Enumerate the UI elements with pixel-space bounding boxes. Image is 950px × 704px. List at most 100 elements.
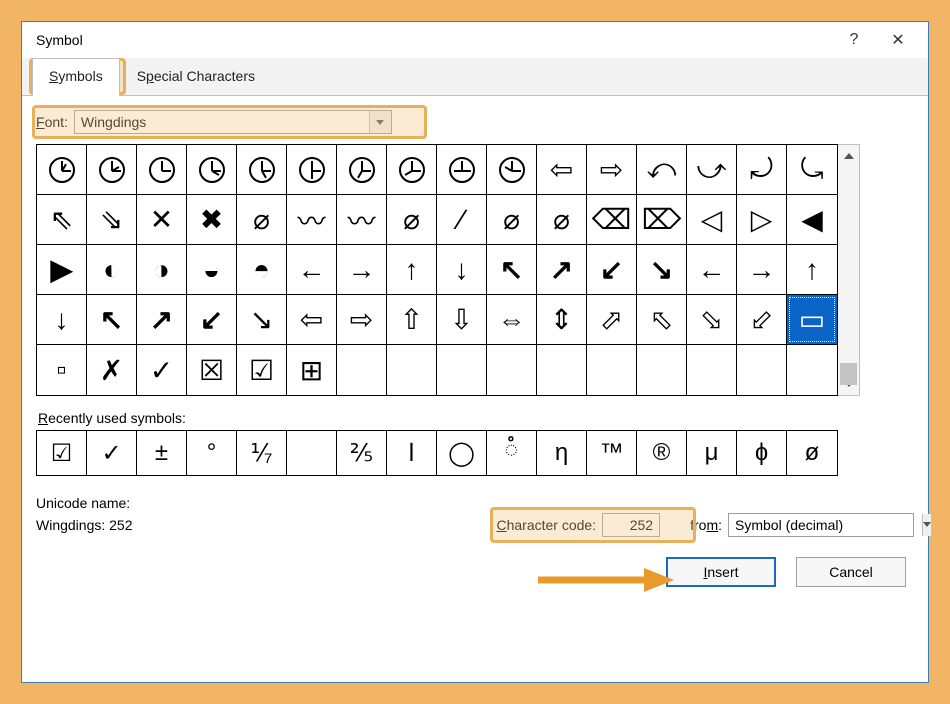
symbol-cell[interactable]: ⇨	[587, 145, 637, 195]
symbol-cell[interactable]: ⤻	[687, 145, 737, 195]
symbol-cell[interactable]: ☒	[187, 345, 237, 395]
symbol-cell[interactable]: ◑	[137, 245, 187, 295]
symbol-cell[interactable]: ▷	[737, 195, 787, 245]
symbol-cell[interactable]	[387, 345, 437, 395]
symbol-cell[interactable]	[687, 345, 737, 395]
symbol-cell[interactable]	[637, 345, 687, 395]
font-dropdown-button[interactable]	[369, 111, 391, 133]
scroll-track[interactable]	[838, 167, 859, 373]
symbol-cell[interactable]: ✖	[187, 195, 237, 245]
symbol-cell[interactable]: ↓	[37, 295, 87, 345]
symbol-cell[interactable]	[737, 345, 787, 395]
symbol-cell[interactable]: ⇖	[37, 195, 87, 245]
symbol-cell[interactable]: ↑	[787, 245, 837, 295]
symbol-cell[interactable]: ⤿	[787, 145, 837, 195]
symbol-cell[interactable]: ✗	[87, 345, 137, 395]
symbol-cell[interactable]: ▭	[787, 295, 837, 345]
symbol-cell[interactable]: ⬀	[587, 295, 637, 345]
symbol-cell[interactable]: ↖	[87, 295, 137, 345]
symbol-cell[interactable]	[287, 145, 337, 195]
symbol-cell[interactable]: ◐	[87, 245, 137, 295]
symbol-cell[interactable]: ↑	[387, 245, 437, 295]
symbol-cell[interactable]: ◀	[787, 195, 837, 245]
symbol-cell[interactable]: ◒	[187, 245, 237, 295]
symbol-cell[interactable]: ⌀	[237, 195, 287, 245]
recent-symbol-cell[interactable]: ⅖	[337, 431, 387, 475]
symbol-cell[interactable]: ⌀	[537, 195, 587, 245]
symbol-cell[interactable]: ⇕	[537, 295, 587, 345]
symbol-cell[interactable]: ↗	[137, 295, 187, 345]
tab-special-characters[interactable]: Special Characters	[120, 58, 272, 96]
symbol-cell[interactable]: →	[737, 245, 787, 295]
symbol-cell[interactable]	[37, 145, 87, 195]
symbol-cell[interactable]: ←	[287, 245, 337, 295]
symbol-cell[interactable]	[387, 145, 437, 195]
symbol-cell[interactable]	[87, 145, 137, 195]
symbol-cell[interactable]	[337, 145, 387, 195]
symbol-cell[interactable]	[437, 145, 487, 195]
symbol-cell[interactable]: ⌦	[637, 195, 687, 245]
symbol-cell[interactable]: ⤺	[637, 145, 687, 195]
symbol-cell[interactable]: ⊞	[287, 345, 337, 395]
recent-symbol-cell[interactable]: ±	[137, 431, 187, 475]
tab-symbols[interactable]: Symbols	[32, 58, 120, 96]
symbol-cell[interactable]: ⬁	[637, 295, 687, 345]
symbol-cell[interactable]: 〰	[287, 195, 337, 245]
symbol-cell[interactable]: ⌫	[587, 195, 637, 245]
symbol-cell[interactable]: ↘	[637, 245, 687, 295]
symbol-cell[interactable]: ⇔	[487, 295, 537, 345]
symbol-cell[interactable]: ⤾	[737, 145, 787, 195]
scroll-up-button[interactable]	[838, 145, 859, 167]
symbol-cell[interactable]: ◓	[237, 245, 287, 295]
recent-symbol-cell[interactable]: ɸ	[737, 431, 787, 475]
symbol-cell[interactable]	[587, 345, 637, 395]
symbol-cell[interactable]: ⇩	[437, 295, 487, 345]
symbol-cell[interactable]: ▫	[37, 345, 87, 395]
symbol-cell[interactable]: ☑	[237, 345, 287, 395]
symbol-cell[interactable]: ⇧	[387, 295, 437, 345]
symbol-cell[interactable]	[137, 145, 187, 195]
recent-symbol-cell[interactable]: μ	[687, 431, 737, 475]
cancel-button[interactable]: Cancel	[796, 557, 906, 587]
symbol-cell[interactable]: ⬂	[687, 295, 737, 345]
symbol-cell[interactable]	[537, 345, 587, 395]
recent-symbol-cell[interactable]: ®	[637, 431, 687, 475]
symbol-cell[interactable]	[187, 145, 237, 195]
symbol-cell[interactable]: ↓	[437, 245, 487, 295]
recent-symbol-cell[interactable]	[287, 431, 337, 475]
close-button[interactable]: ✕	[876, 25, 920, 55]
symbol-cell[interactable]: ←	[687, 245, 737, 295]
symbol-cell[interactable]: ◁	[687, 195, 737, 245]
help-button[interactable]: ?	[832, 25, 876, 55]
symbol-cell[interactable]: ⇘	[87, 195, 137, 245]
from-input[interactable]	[729, 515, 922, 535]
symbol-cell[interactable]: 〰	[337, 195, 387, 245]
symbol-cell[interactable]	[487, 345, 537, 395]
font-combo[interactable]	[74, 110, 392, 134]
from-combo[interactable]	[728, 513, 914, 537]
recent-symbol-cell[interactable]: ا	[387, 431, 437, 475]
symbol-cell[interactable]: ⬃	[737, 295, 787, 345]
scroll-thumb[interactable]	[840, 363, 857, 385]
symbol-cell[interactable]	[437, 345, 487, 395]
symbol-cell[interactable]: ↖	[487, 245, 537, 295]
symbol-cell[interactable]: ⇦	[537, 145, 587, 195]
symbol-cell[interactable]: ▶	[37, 245, 87, 295]
symbol-cell[interactable]: ✓	[137, 345, 187, 395]
symbol-cell[interactable]: ↗	[537, 245, 587, 295]
insert-button[interactable]: Insert	[666, 557, 776, 587]
symbol-cell[interactable]	[237, 145, 287, 195]
recent-symbol-cell[interactable]: ំ	[487, 431, 537, 475]
symbol-cell[interactable]	[487, 145, 537, 195]
symbol-cell[interactable]: ∕	[437, 195, 487, 245]
character-code-input[interactable]	[602, 513, 660, 537]
symbol-cell[interactable]: ↘	[237, 295, 287, 345]
symbol-cell[interactable]: →	[337, 245, 387, 295]
recent-symbol-cell[interactable]: °	[187, 431, 237, 475]
recent-symbol-cell[interactable]: ™	[587, 431, 637, 475]
symbol-cell[interactable]	[337, 345, 387, 395]
symbol-cell[interactable]: ↙	[587, 245, 637, 295]
grid-scrollbar[interactable]	[838, 144, 860, 396]
symbol-cell[interactable]: ↙	[187, 295, 237, 345]
recent-symbol-cell[interactable]: ⅟₇	[237, 431, 287, 475]
